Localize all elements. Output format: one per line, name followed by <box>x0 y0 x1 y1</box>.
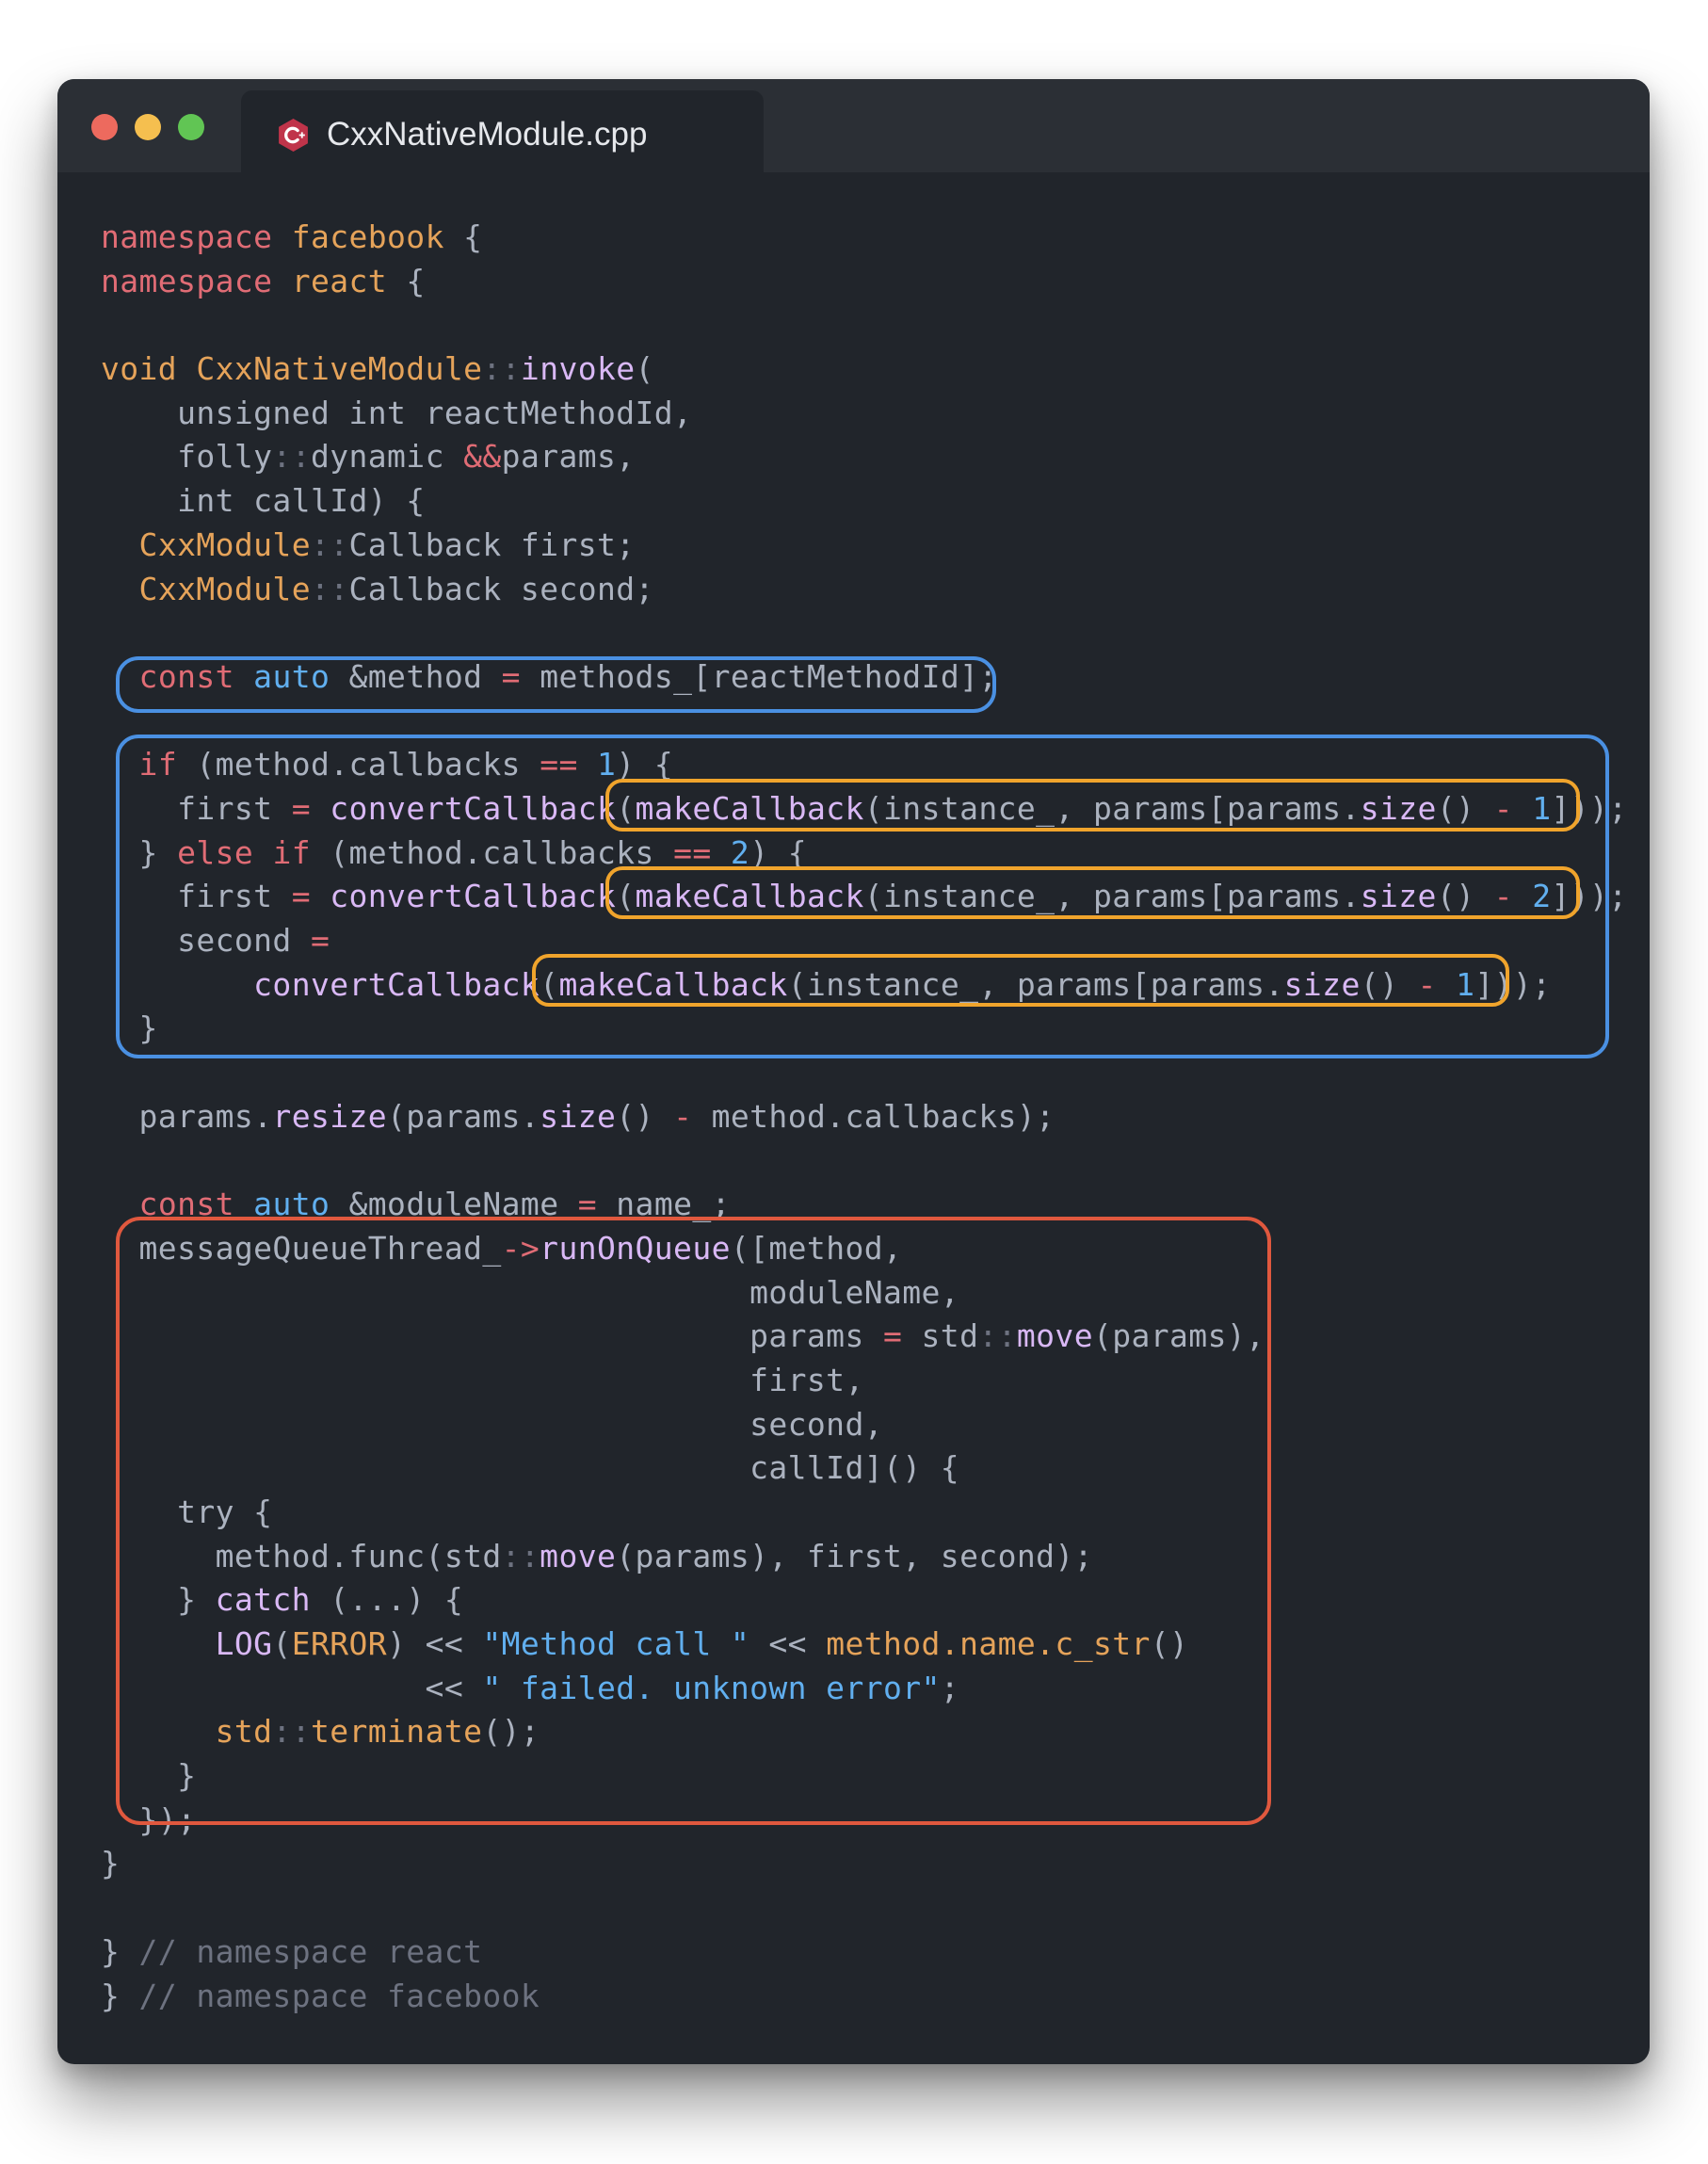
minimize-window-button[interactable] <box>135 114 161 140</box>
code-line: } <box>101 1845 121 1882</box>
make-callback-highlight-1 <box>605 779 1580 832</box>
code-line: } // namespace react <box>101 1932 483 1970</box>
tab-title: CxxNativeModule.cpp <box>327 116 648 153</box>
title-bar: CxxNativeModule.cpp <box>57 79 1650 172</box>
code-line: params.resize(params.size() - method.cal… <box>101 1097 1055 1135</box>
code-line: } // namespace facebook <box>101 1977 540 2014</box>
code-line: CxxModule::Callback first; <box>138 525 636 563</box>
cpp-file-icon <box>279 119 308 152</box>
make-callback-highlight-3 <box>532 954 1509 1007</box>
code-line: int callId) { <box>101 482 426 520</box>
code-line: CxxModule::Callback second; <box>138 570 654 607</box>
method-lookup-highlight <box>116 656 996 713</box>
code-line: namespace react { <box>101 262 426 299</box>
code-line: void CxxNativeModule::invoke( <box>101 350 654 388</box>
code-line: folly::dynamic &&params, <box>101 438 636 476</box>
code-line: unsigned int reactMethodId, <box>101 394 693 431</box>
run-on-queue-highlight <box>116 1217 1271 1825</box>
file-tab[interactable]: CxxNativeModule.cpp <box>241 90 764 172</box>
zoom-window-button[interactable] <box>178 114 204 140</box>
code-window: CxxNativeModule.cpp namespace facebook {… <box>57 79 1650 2064</box>
code-line: namespace facebook { <box>101 218 483 255</box>
make-callback-highlight-2 <box>605 866 1580 919</box>
close-window-button[interactable] <box>91 114 118 140</box>
